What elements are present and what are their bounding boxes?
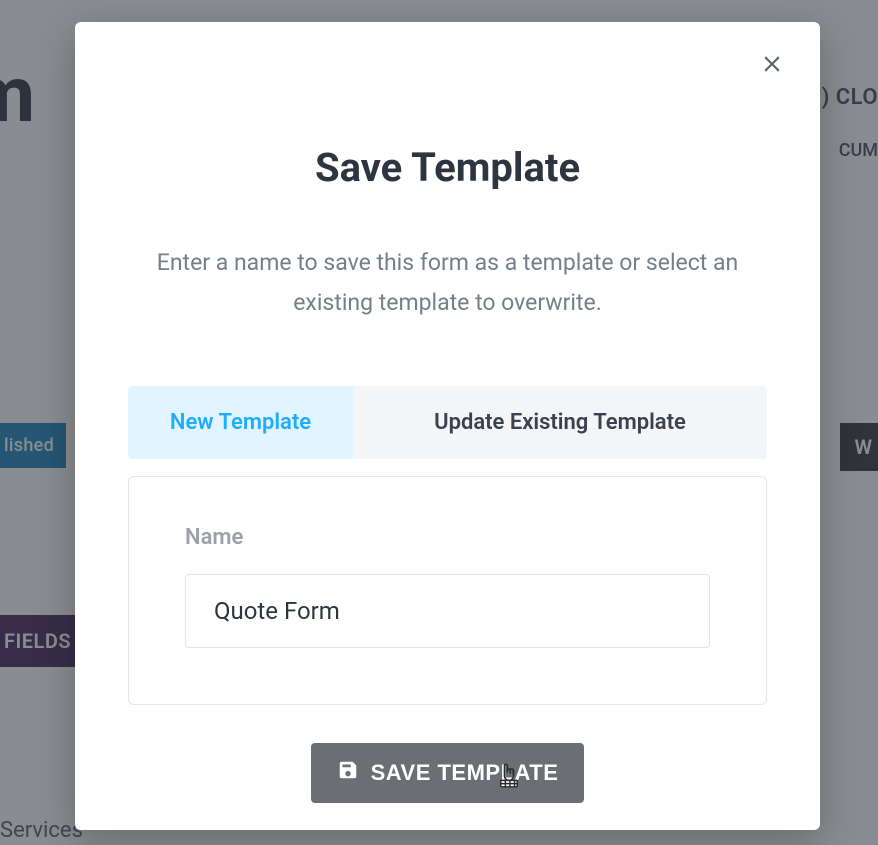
template-tabs: New Template Update Existing Template xyxy=(128,386,767,459)
save-button-label: SAVE TEMPLATE xyxy=(371,760,559,786)
name-label: Name xyxy=(185,525,710,550)
save-icon xyxy=(337,759,359,787)
close-button[interactable] xyxy=(750,44,794,88)
save-template-modal: Save Template Enter a name to save this … xyxy=(75,22,820,830)
save-row: SAVE TEMPLATE xyxy=(75,743,820,803)
close-icon xyxy=(759,51,785,81)
tab-update-existing[interactable]: Update Existing Template xyxy=(353,386,767,459)
template-name-input[interactable] xyxy=(185,574,710,648)
tab-new-template[interactable]: New Template xyxy=(128,386,353,459)
save-template-button[interactable]: SAVE TEMPLATE xyxy=(311,743,585,803)
modal-description: Enter a name to save this form as a temp… xyxy=(125,243,770,324)
modal-title: Save Template xyxy=(75,144,820,191)
name-card: Name xyxy=(128,476,767,705)
